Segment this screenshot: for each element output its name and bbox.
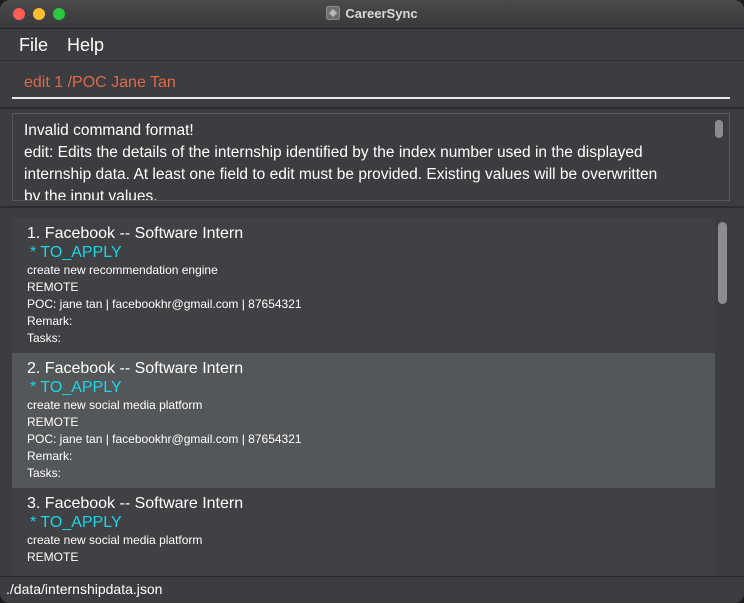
internship-status: * TO_APPLY [30,379,122,396]
divider [0,107,744,109]
internship-description: create new social media platform [27,533,203,547]
internship-status: * TO_APPLY [30,514,122,531]
result-line: Invalid command format! [24,122,194,139]
internship-list: 1. Facebook -- Software Intern * TO_APPL… [0,208,744,576]
window-title-group: CareerSync [0,6,744,21]
list-scrollbar[interactable] [718,222,727,304]
internship-location: REMOTE [27,550,79,564]
internship-description: create new social media platform [27,398,203,412]
internship-title: 2. Facebook -- Software Intern [27,360,244,377]
internship-card[interactable]: 3. Facebook -- Software Intern * TO_APPL… [12,488,715,576]
internship-remark: Remark: [27,449,73,463]
menu-bar: File Help [0,29,744,61]
internship-remark: Remark: [27,314,73,328]
internship-title: 3. Facebook -- Software Intern [27,495,244,512]
command-input[interactable] [12,69,730,99]
menu-file[interactable]: File [19,35,48,56]
internship-tasks: Tasks: [27,331,62,345]
status-bar: ./data/internshipdata.json [0,576,744,603]
data-file-path: ./data/internshipdata.json [6,581,163,597]
internship-poc: POC: jane tan | facebookhr@gmail.com | 8… [27,432,302,446]
internship-card[interactable]: 1. Facebook -- Software Intern * TO_APPL… [12,218,715,353]
window-title: CareerSync [345,6,418,21]
menu-help[interactable]: Help [67,35,104,56]
command-box [0,61,744,107]
internship-tasks: Tasks: [27,466,62,480]
result-display[interactable]: Invalid command format! edit: Edits the … [12,113,730,201]
result-line: edit: Edits the details of the internshi… [24,144,643,161]
internship-status: * TO_APPLY [30,244,122,261]
result-line: internship data. At least one field to e… [24,166,658,183]
app-icon [326,6,341,20]
internship-title: 1. Facebook -- Software Intern [27,225,244,242]
result-line: by the input values. [24,188,158,201]
result-scrollbar[interactable] [715,120,723,138]
internship-card[interactable]: 2. Facebook -- Software Intern * TO_APPL… [12,353,715,488]
internship-location: REMOTE [27,415,79,429]
internship-location: REMOTE [27,280,79,294]
internship-poc: POC: jane tan | facebookhr@gmail.com | 8… [27,297,302,311]
result-text: Invalid command format! edit: Edits the … [24,120,704,201]
internship-description: create new recommendation engine [27,263,218,277]
app-window: CareerSync File Help Invalid command for… [0,0,744,603]
title-bar[interactable]: CareerSync [0,0,744,29]
